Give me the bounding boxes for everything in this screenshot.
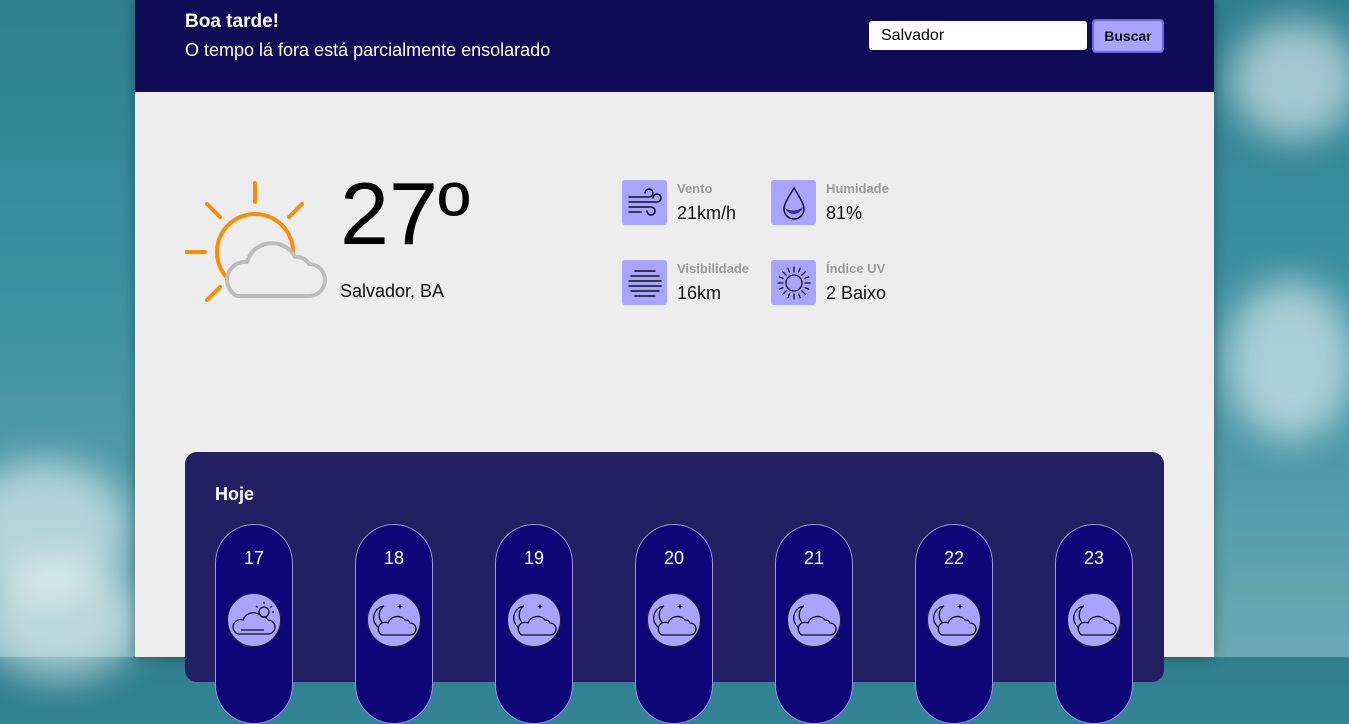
stat-wind: Vento 21km/h — [622, 180, 772, 226]
stat-humidity: Humidade 81% — [771, 180, 921, 226]
header: Boa tarde! O tempo lá fora está parcialm… — [135, 0, 1214, 92]
stat-label: Humidade — [826, 181, 889, 196]
hourly-forecast-item: 18 — [355, 524, 433, 724]
hour-label: 21 — [803, 548, 825, 568]
stat-label: Índice UV — [826, 261, 886, 276]
partly-cloudy-day-icon — [227, 593, 281, 647]
stat-value: 16km — [677, 283, 722, 303]
partly-cloudy-night-icon — [647, 593, 701, 647]
wind-icon — [622, 180, 667, 225]
hour-label: 17 — [243, 548, 265, 568]
background-cloud — [0, 560, 140, 680]
hour-label: 18 — [383, 548, 405, 568]
weather-summary: O tempo lá fora está parcialmente ensola… — [185, 40, 551, 60]
current-temperature: 27º — [340, 164, 471, 263]
sun-icon — [771, 260, 816, 305]
stat-visibility: Visibilidade 16km — [622, 260, 772, 306]
hour-label: 19 — [523, 548, 545, 568]
hourly-forecast-item: 23 — [1055, 524, 1133, 724]
hourly-forecast-title: Hoje — [215, 484, 255, 504]
stat-label: Vento — [677, 181, 713, 196]
hour-label: 22 — [943, 548, 965, 568]
stat-value: 2 Baixo — [826, 283, 887, 303]
city-name: Salvador, BA — [340, 281, 445, 301]
fog-icon — [622, 260, 667, 305]
hour-label: 20 — [663, 548, 685, 568]
stat-value: 21km/h — [677, 203, 737, 223]
hourly-forecast-item: 19 — [495, 524, 573, 724]
hourly-forecast-item: 21 — [775, 524, 853, 724]
water-drop-icon — [771, 180, 816, 225]
partly-sunny-icon — [184, 180, 330, 315]
hourly-forecast-item: 17 — [215, 524, 293, 724]
search-button[interactable]: Buscar — [1092, 19, 1164, 53]
greeting: Boa tarde! — [185, 11, 279, 32]
partly-cloudy-night-icon — [507, 593, 561, 647]
weather-app: Boa tarde! O tempo lá fora está parcialm… — [135, 0, 1214, 724]
stat-uv-index: Índice UV 2 Baixo — [771, 260, 921, 306]
cloudy-night-icon — [787, 593, 841, 647]
background-cloud — [1230, 20, 1349, 140]
partly-cloudy-night-icon — [367, 593, 421, 647]
cloudy-night-icon — [1067, 593, 1121, 647]
city-search-input[interactable] — [869, 21, 1087, 50]
stat-label: Visibilidade — [677, 261, 750, 276]
hour-label: 23 — [1083, 548, 1105, 568]
background-cloud — [1225, 280, 1349, 440]
hourly-forecast-item: 20 — [635, 524, 713, 724]
stat-value: 81% — [826, 203, 863, 223]
partly-cloudy-night-icon — [927, 593, 981, 647]
hourly-forecast-card: Hoje 17 18 19 20 21 22 23 — [185, 452, 1164, 724]
hourly-forecast-item: 22 — [915, 524, 993, 724]
